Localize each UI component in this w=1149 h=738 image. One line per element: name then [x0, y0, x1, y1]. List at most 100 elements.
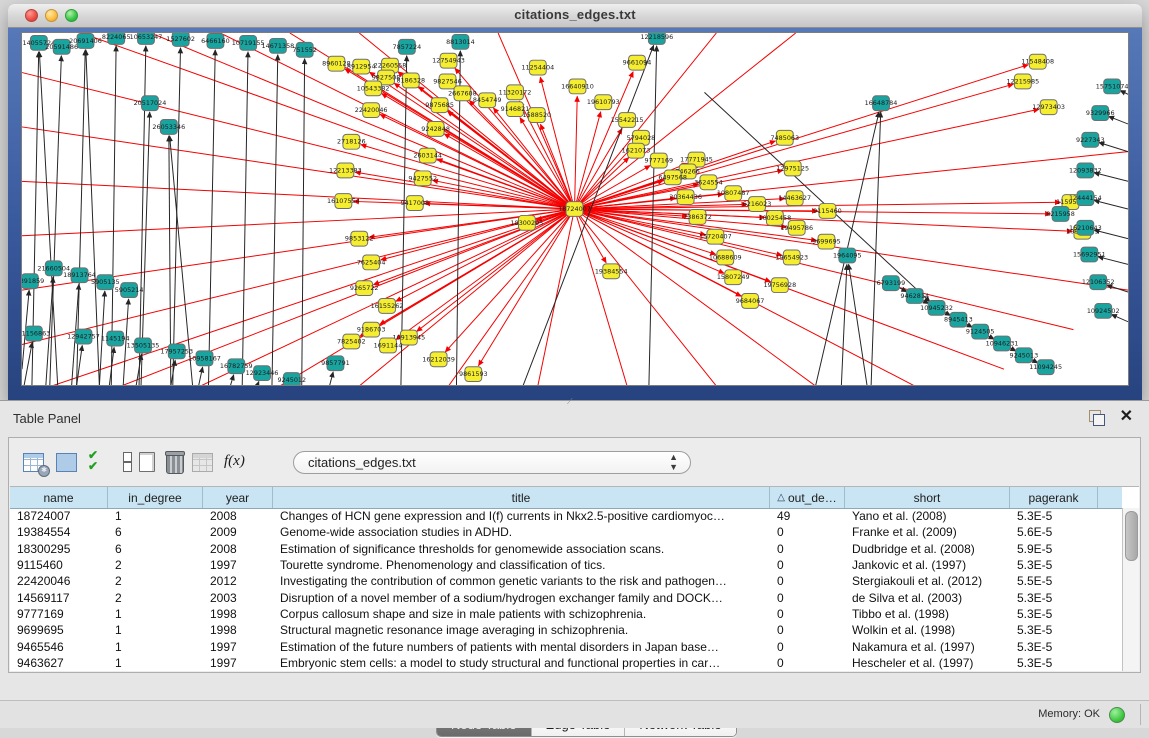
graph-node[interactable]: 7825402: [337, 334, 366, 349]
table-cell: Dudbridge et al. (2008): [845, 542, 1010, 556]
graph-node[interactable]: 7625404: [357, 255, 386, 270]
graph-node[interactable]: 9861593: [459, 367, 488, 382]
memory-status-indicator[interactable]: [1109, 707, 1125, 723]
table-row[interactable]: 911546021997Tourette syndrome. Phenomeno…: [10, 557, 1122, 573]
graph-node[interactable]: 9242848: [421, 121, 450, 136]
graph-node[interactable]: 9391859: [22, 274, 44, 289]
graph-node[interactable]: 16212039: [422, 352, 455, 367]
column-header-name[interactable]: name: [10, 487, 108, 508]
table-cell: 0: [770, 656, 845, 670]
graph-node[interactable]: 20517024: [134, 96, 167, 111]
graph-node[interactable]: 16640910: [561, 79, 594, 94]
column-header-out_de[interactable]: △out_de…: [770, 487, 845, 508]
graph-node[interactable]: 8186328: [397, 73, 426, 88]
network-canvas[interactable]: 1872400789601288912954222605589827508105…: [22, 33, 1128, 386]
column-header-year[interactable]: year: [203, 487, 273, 508]
svg-text:16212039: 16212039: [422, 355, 455, 363]
graph-node[interactable]: 9186703: [357, 322, 386, 337]
new-table-icon[interactable]: [139, 450, 163, 474]
graph-node[interactable]: 10688609: [709, 250, 742, 265]
graph-node[interactable]: 16155262: [371, 298, 404, 313]
graph-node[interactable]: 10946231: [986, 336, 1019, 351]
graph-node[interactable]: 7485063: [770, 130, 799, 145]
table-row[interactable]: 1830029562008Estimation of significance …: [10, 541, 1122, 557]
graph-node[interactable]: 10945232: [920, 300, 953, 315]
graph-node[interactable]: 19384554: [595, 264, 628, 279]
graph-node[interactable]: 8813014: [446, 34, 475, 49]
graph-node[interactable]: 9265722: [350, 281, 379, 296]
graph-node[interactable]: 10807487: [717, 186, 750, 201]
graph-node[interactable]: 11548408: [1021, 54, 1054, 69]
graph-node[interactable]: 1145194: [101, 331, 130, 346]
splitter-handle[interactable]: ⟋: [567, 398, 577, 405]
table-row[interactable]: 1456911722003Disruption of a novel membe…: [10, 589, 1122, 605]
graph-node[interactable]: 19610793: [587, 95, 620, 110]
graph-node[interactable]: 19495786: [780, 220, 813, 235]
graph-node[interactable]: 9661094: [623, 55, 652, 70]
table-row[interactable]: 2242004622012Investigating the contribut…: [10, 573, 1122, 589]
graph-node[interactable]: 10719155: [232, 35, 265, 50]
graph-node[interactable]: 15692951: [1073, 247, 1106, 262]
float-panel-icon[interactable]: [1089, 410, 1105, 426]
graph-node[interactable]: 12093832: [1069, 163, 1102, 178]
graph-node[interactable]: 13505135: [127, 338, 160, 353]
graph-node[interactable]: 15542215: [611, 113, 644, 128]
function-builder-icon[interactable]: f(x): [224, 450, 248, 474]
row-selection-mode-icon[interactable]: ✔✔: [88, 450, 112, 474]
graph-node[interactable]: 26053346: [152, 120, 185, 135]
graph-node[interactable]: 3624554: [694, 175, 723, 190]
svg-text:10946231: 10946231: [986, 339, 1019, 347]
graph-node[interactable]: 12218596: [640, 33, 673, 44]
import-table-disabled-icon: [192, 450, 216, 474]
column-header-title[interactable]: title: [273, 487, 770, 508]
graph-node[interactable]: 9857791: [321, 356, 350, 371]
graph-node[interactable]: 9777169: [644, 153, 673, 168]
graph-node[interactable]: 8224065: [102, 33, 131, 44]
graph-node[interactable]: 9227343: [1076, 132, 1105, 147]
table-row[interactable]: 1938455462009Genome-wide association stu…: [10, 524, 1122, 540]
table-row[interactable]: 1872400712008Changes of HCN gene express…: [10, 508, 1122, 524]
graph-node[interactable]: 9427552: [408, 171, 437, 186]
column-header-pagerank[interactable]: pagerank: [1010, 487, 1098, 508]
column-header-short[interactable]: short: [845, 487, 1010, 508]
column-visibility-icon[interactable]: [56, 450, 80, 474]
graph-node[interactable]: 7386372: [683, 210, 712, 225]
table-row[interactable]: 946362711997Embryonic stem cells: a mode…: [10, 655, 1122, 671]
graph-node[interactable]: 9417008: [400, 196, 429, 211]
graph-node[interactable]: 8912954: [347, 59, 376, 74]
graph-node[interactable]: 14463627: [778, 191, 811, 206]
graph-node[interactable]: 11254404: [521, 60, 554, 75]
table-row[interactable]: 977716911998Corpus callosum shape and si…: [10, 606, 1122, 622]
graph-node[interactable]: 9699695: [812, 234, 841, 249]
table-settings-icon[interactable]: ✱: [23, 450, 47, 474]
close-panel-icon[interactable]: ✕: [1120, 408, 1133, 426]
row-height-icon[interactable]: [115, 450, 139, 474]
graph-node[interactable]: 12942757: [67, 329, 100, 344]
graph-node[interactable]: 19654923: [775, 250, 808, 265]
graph-node[interactable]: 9853122: [345, 231, 374, 246]
graph-node[interactable]: 14671358: [262, 38, 295, 53]
delete-table-icon[interactable]: [166, 450, 190, 474]
graph-node[interactable]: 16107554: [327, 194, 360, 209]
table-row[interactable]: 946554611997Estimation of the future num…: [10, 638, 1122, 654]
graph-node[interactable]: 1527602: [166, 33, 195, 46]
graph-node[interactable]: 12215985: [1006, 74, 1039, 89]
graph-node[interactable]: 9329966: [1086, 106, 1115, 121]
graph-node[interactable]: 10653247: [130, 33, 163, 44]
graph-node[interactable]: 2603144: [413, 148, 442, 163]
graph-node[interactable]: 11094245: [1029, 360, 1062, 375]
graph-node[interactable]: 20364436: [669, 190, 702, 205]
column-header-in_degree[interactable]: in_degree: [108, 487, 203, 508]
graph-node[interactable]: 7857224: [393, 39, 422, 54]
graph-node[interactable]: 751552: [292, 42, 317, 57]
graph-node[interactable]: 12973403: [1032, 100, 1065, 115]
graph-node[interactable]: 2718126: [337, 134, 366, 149]
vertical-scrollbar[interactable]: [1122, 508, 1139, 671]
window-titlebar[interactable]: citations_edges.txt: [8, 4, 1142, 28]
svg-text:19756928: 19756928: [763, 281, 796, 289]
table-row[interactable]: 969969511998Structural magnetic resonanc…: [10, 622, 1122, 638]
graph-node[interactable]: 6216023: [743, 197, 772, 212]
table-dropdown[interactable]: citations_edges.txt ▲▼: [293, 451, 691, 474]
graph-node[interactable]: 12213383: [329, 163, 362, 178]
scrollbar-thumb[interactable]: [1125, 511, 1138, 561]
